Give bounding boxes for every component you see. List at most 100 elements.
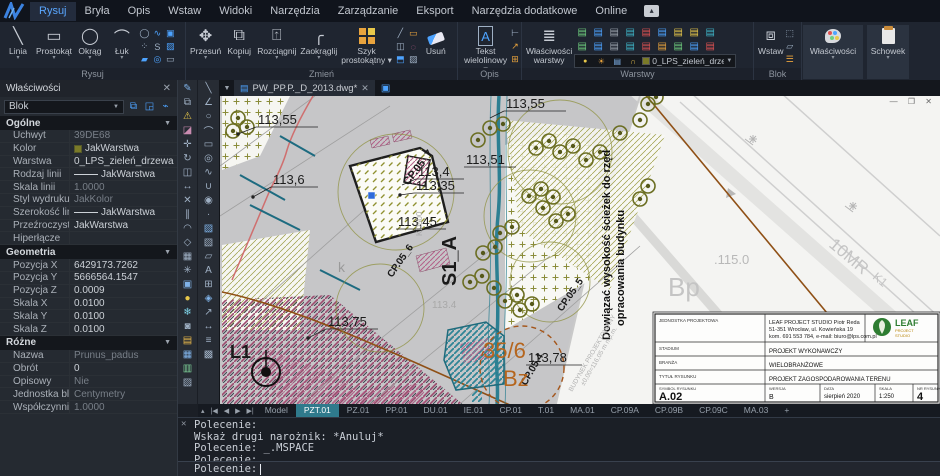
erase-icon[interactable]: ◪ [180, 123, 196, 137]
toggle-pickadd-icon[interactable]: ⧉ [127, 101, 140, 112]
layer-on-icon[interactable]: ▤ [574, 25, 590, 39]
line-icon[interactable]: ╲ [201, 81, 217, 95]
layout-tab-pzt01[interactable]: PZT.01 [296, 404, 339, 417]
export-icon[interactable]: ▥ [180, 361, 196, 375]
layer-unisolate-icon[interactable]: ▤ [590, 39, 606, 53]
layout-tab-cp09b[interactable]: CP.09B [647, 404, 691, 417]
region-small-icon[interactable]: ▭ [164, 53, 177, 66]
hatch-icon[interactable]: ▨ [201, 221, 217, 235]
properties-palette-button[interactable]: Właściwości▾ [803, 25, 863, 79]
ribbon-collapse-icon[interactable]: ▴ [644, 5, 659, 17]
layer-thaw-icon[interactable]: ▤ [622, 25, 638, 39]
block-icon[interactable]: ◈ [201, 291, 217, 305]
dimension-icon[interactable]: ⊢ [511, 27, 519, 40]
layer-match-icon[interactable]: ▤ [686, 25, 702, 39]
layout-tab-t01[interactable]: T.01 [530, 404, 562, 417]
ribbon-tab-rysuj[interactable]: Rysuj [30, 2, 76, 21]
save-icon[interactable]: ▦ [180, 347, 196, 361]
hatch-small-icon[interactable]: ▨ [164, 40, 177, 53]
prop-row-obrot[interactable]: Obrót0 [0, 363, 177, 376]
layers-copy-icon[interactable]: ⬒ [394, 53, 407, 66]
prop-row-styl-wydruku[interactable]: Styl wydrukuJakKolor [0, 194, 177, 207]
offset-icon[interactable]: ∥ [180, 207, 196, 221]
prop-row-jednostka-bloku[interactable]: Jednostka blokuCentymetry [0, 388, 177, 401]
section-header-rozne[interactable]: Różne▼ [0, 336, 177, 350]
line-button[interactable]: ╲Linia▾ [2, 25, 34, 62]
region-icon[interactable]: ▱ [201, 249, 217, 263]
wipeout-icon[interactable]: ▩ [201, 347, 217, 361]
mirror-icon[interactable]: ◫ [180, 165, 196, 179]
spline-icon[interactable]: ∿ [201, 165, 217, 179]
leader-icon[interactable]: ↗ [511, 40, 519, 53]
ribbon-tab-online[interactable]: Online [586, 2, 636, 21]
prop-row-szerokosc-linii[interactable]: Szerokość liniiJakWarstwa [0, 207, 177, 220]
rotate-icon[interactable]: ↻ [180, 151, 196, 165]
freeze-icon[interactable]: ❄ [180, 305, 196, 319]
new-drawing-icon[interactable]: ▣ [381, 83, 390, 94]
prop-row-pozycja-z[interactable]: Pozycja Z0.0009 [0, 285, 177, 298]
table-icon[interactable]: ⊞ [511, 53, 519, 66]
expand-tabs-icon[interactable]: ▴ [198, 407, 208, 415]
prop-row-uchwyt[interactable]: Uchwyt39DE68 [0, 130, 177, 143]
layer-freeze-icon[interactable]: ▤ [606, 25, 622, 39]
trim-small-icon[interactable]: ╱ [394, 27, 407, 40]
ribbon-tab-eksport[interactable]: Eksport [407, 2, 462, 21]
layer-copy-icon[interactable]: ▤ [654, 39, 670, 53]
circle-button[interactable]: ◯Okrąg▾ [74, 25, 106, 62]
layout-tab-cp09c[interactable]: CP.09C [691, 404, 736, 417]
move-button[interactable]: ✥Przesuń▾ [188, 25, 223, 62]
layer-unlock-icon[interactable]: ▤ [654, 25, 670, 39]
array-icon[interactable]: ▦ [180, 249, 196, 263]
drawing-viewport[interactable]: 113,55 113,55 113,6 113,4 113,35 113,45 … [220, 96, 940, 404]
layer-off-icon[interactable]: ▤ [590, 25, 606, 39]
spline-icon[interactable]: S [151, 40, 164, 53]
scale-small-icon[interactable]: ▭ [407, 27, 420, 40]
multiline-icon[interactable]: ≡ [201, 333, 217, 347]
section-header-general[interactable]: Ogólne▼ [0, 116, 177, 130]
fillet-icon[interactable]: ◠ [180, 221, 196, 235]
layout-tab-pp01[interactable]: PP.01 [377, 404, 415, 417]
ellipse-icon[interactable]: ◎ [201, 151, 217, 165]
ribbon-tab-narzedzia-dodatkowe[interactable]: Narzędzia dodatkowe [463, 2, 587, 21]
xline-icon[interactable]: ↔ [201, 319, 217, 333]
warning-icon[interactable]: ⚠ [180, 109, 196, 123]
ribbon-tab-narzedzia[interactable]: Narzędzia [261, 2, 329, 21]
quick-select-icon[interactable]: ⌁ [159, 101, 172, 112]
drawing-file-tab[interactable]: ▤ PW_PP.P._D_2013.dwg* ✕ [234, 80, 375, 96]
edit-hatch-icon[interactable]: ▨ [407, 53, 420, 66]
layer-current-icon[interactable]: ▤ [670, 25, 686, 39]
drawing-window-controls[interactable]: — ❐ ✕ [890, 97, 936, 106]
gradient-icon[interactable]: ▧ [201, 235, 217, 249]
arc-icon[interactable]: ⌒ [201, 123, 217, 137]
bulb-on-icon[interactable]: ● [180, 291, 196, 305]
layer-properties-button[interactable]: ≣Właściwości warstwy [524, 25, 574, 66]
layout-tab-model[interactable]: Model [257, 404, 296, 417]
prop-row-rodzaj-linii[interactable]: Rodzaj liniiJakWarstwa [0, 168, 177, 181]
plot-icon[interactable]: ▨ [180, 375, 196, 389]
rect-array-button[interactable]: Szyk prostokątny ▾ [339, 25, 394, 66]
mirror-small-icon[interactable]: ◫ [394, 40, 407, 53]
ribbon-tab-opis[interactable]: Opis [119, 2, 160, 21]
close-tab-icon[interactable]: ✕ [361, 83, 369, 94]
create-block-icon[interactable]: ⬚ [786, 27, 795, 40]
stretch-icon[interactable]: ↔ [180, 179, 196, 193]
prop-row-skala-linii[interactable]: Skala linii1.0000 [0, 181, 177, 194]
prop-row-kolor[interactable]: KolorJakWarstwa [0, 143, 177, 156]
prop-row-wspolczynnik[interactable]: Współczynnik j...1.0000 [0, 401, 177, 414]
next-layout-icon[interactable]: ▶ [232, 407, 243, 415]
polyline-icon[interactable]: ∠ [201, 95, 217, 109]
prop-row-skala-z[interactable]: Skala Z0.0100 [0, 323, 177, 336]
section-header-geometria[interactable]: Geometria▼ [0, 245, 177, 259]
prop-row-przezroczystosc[interactable]: PrzeźroczystośćJakWarstwa [0, 220, 177, 233]
prop-row-warstwa[interactable]: Warstwa0_LPS_zieleń_drzewa [0, 156, 177, 169]
command-line-panel[interactable]: ✕ Polecenie: Wskaż drugi narożnik: *Anul… [178, 417, 940, 476]
layer-delete-icon[interactable]: ▤ [622, 39, 638, 53]
layout-tab-du01[interactable]: DU.01 [416, 404, 456, 417]
move-icon[interactable]: ✛ [180, 137, 196, 151]
layout-tab-cp01[interactable]: CP.01 [492, 404, 531, 417]
layer-dropdown[interactable]: ● ☀ ▤ ∩ 0_LPS_zieleń_drzew ▼ [574, 54, 736, 68]
table-icon[interactable]: ⊞ [201, 277, 217, 291]
prop-row-skala-y[interactable]: Skala Y0.0100 [0, 310, 177, 323]
ribbon-tab-zarzadzanie[interactable]: Zarządzanie [329, 2, 408, 21]
close-icon[interactable]: ✕ [181, 419, 186, 429]
